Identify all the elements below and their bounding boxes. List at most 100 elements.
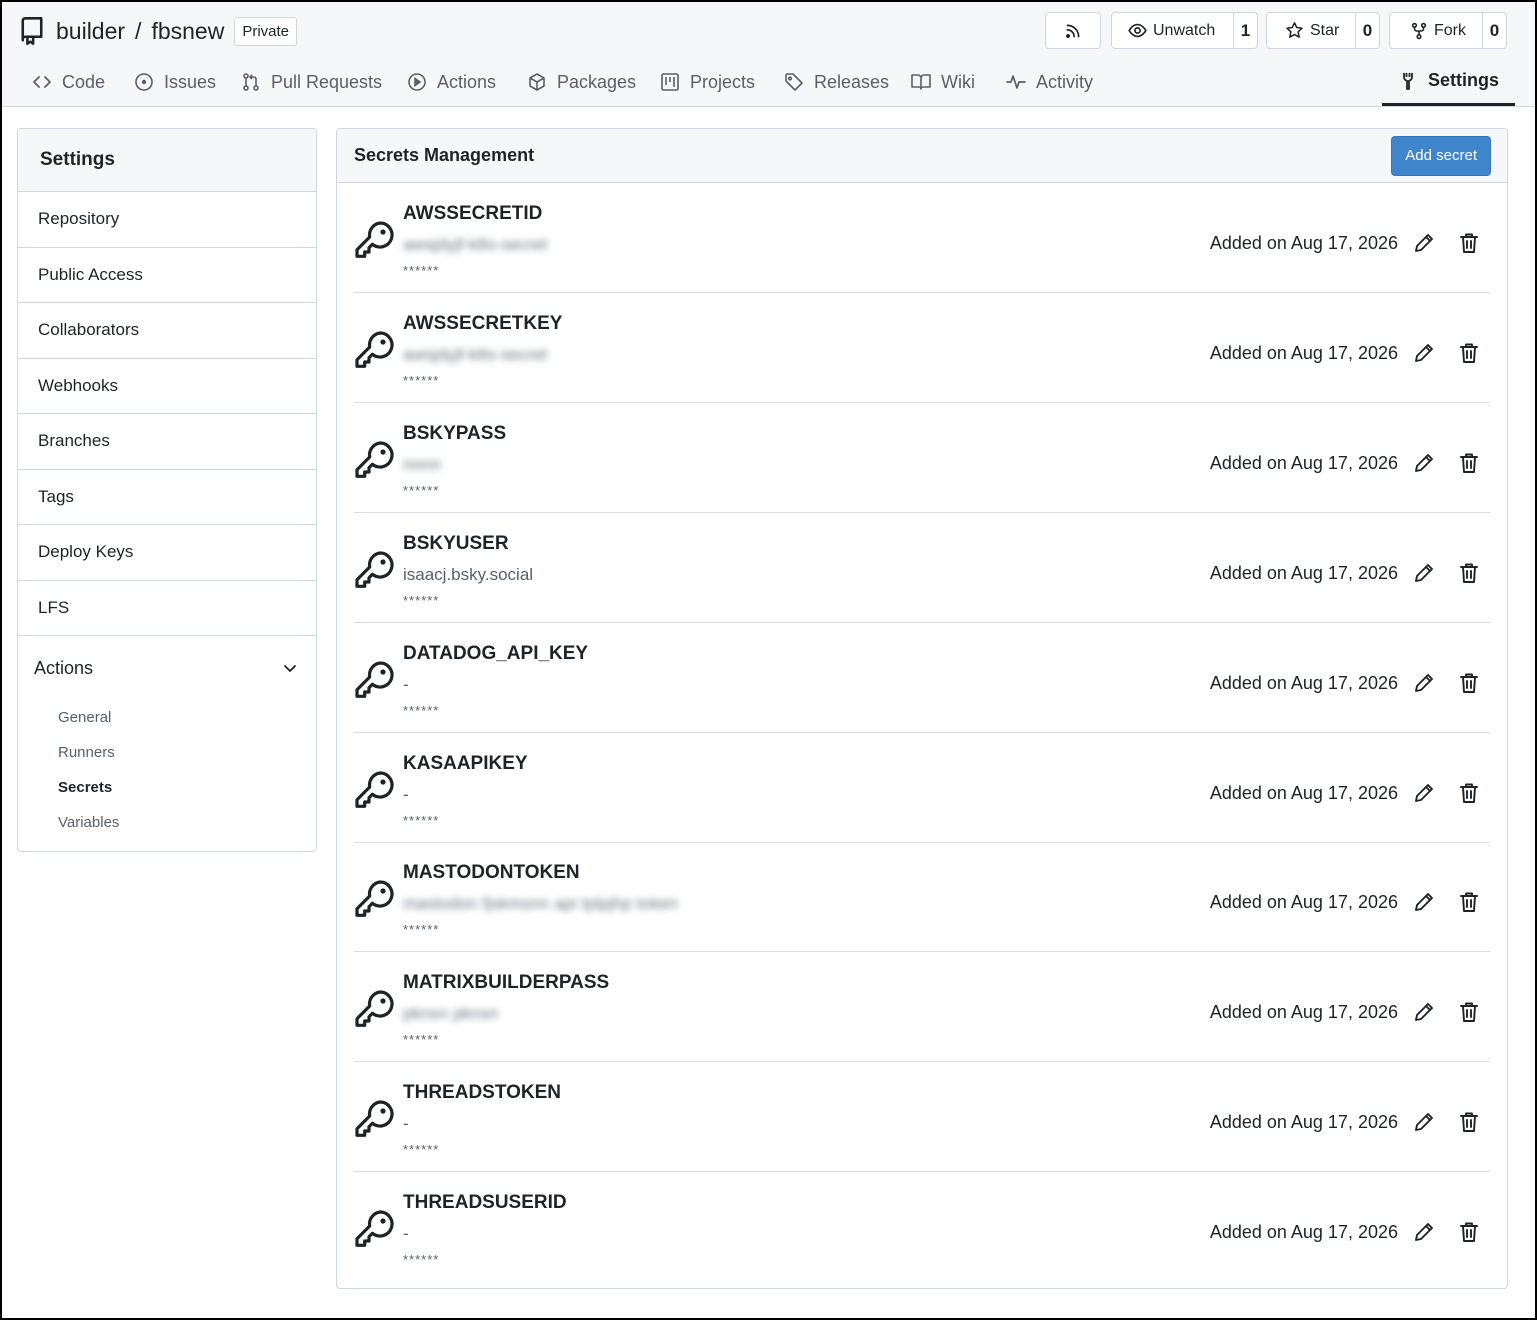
edit-secret-pencil-icon[interactable] [1413, 232, 1435, 254]
secret-name: MASTODONTOKEN [403, 862, 580, 884]
secret-row: AWSSECRETID awsjdyjf-k8s-secret ****** A… [354, 183, 1490, 293]
edit-secret-pencil-icon[interactable] [1413, 1221, 1435, 1243]
tab-code[interactable]: Code [32, 58, 105, 106]
sidebar-item-deploy-keys[interactable]: Deploy Keys [18, 525, 316, 581]
delete-secret-trash-icon[interactable] [1458, 562, 1480, 584]
stars-count[interactable]: 0 [1355, 13, 1379, 48]
sidebar-item-public-access[interactable]: Public Access [18, 248, 316, 303]
secret-added-date: Added on Aug 17, 2026 [1209, 672, 1398, 693]
unwatch-label: Unwatch [1153, 21, 1216, 39]
secret-row: DATADOG_API_KEY - ****** Added on Aug 17… [354, 623, 1490, 733]
unwatch-button[interactable]: Unwatch [1112, 13, 1233, 48]
secret-name: BSKYPASS [403, 422, 507, 444]
edit-secret-pencil-icon[interactable] [1413, 782, 1435, 804]
add-secret-button[interactable]: Add secret [1391, 135, 1491, 176]
sidebar-item-tags[interactable]: Tags [18, 470, 316, 525]
secret-row: THREADSUSERID - ****** Added on Aug 17, … [354, 1172, 1490, 1282]
secret-masked-value: ****** [403, 922, 440, 938]
secret-masked-value: ****** [403, 263, 440, 278]
tab-projects[interactable]: Projects [660, 58, 755, 106]
key-icon [354, 769, 396, 811]
edit-secret-pencil-icon[interactable] [1413, 672, 1435, 694]
secret-added-date: Added on Aug 17, 2026 [1209, 1222, 1398, 1243]
tab-label: Wiki [941, 71, 975, 92]
key-icon [354, 878, 396, 920]
pulse-icon [1006, 72, 1026, 92]
secret-name: KASAAPIKEY [403, 752, 528, 774]
key-icon [354, 1208, 396, 1250]
secret-masked-value: ****** [403, 702, 440, 718]
tab-packages[interactable]: Packages [527, 58, 636, 106]
star-button-group: Star 0 [1266, 12, 1380, 49]
edit-secret-pencil-icon[interactable] [1413, 891, 1435, 913]
repo-owner-link[interactable]: builder [56, 18, 125, 45]
star-button[interactable]: Star [1267, 13, 1355, 48]
secret-masked-value: ****** [403, 1032, 440, 1048]
visibility-badge: Private [234, 16, 297, 46]
edit-secret-pencil-icon[interactable] [1413, 1111, 1435, 1133]
key-icon [354, 1098, 396, 1140]
fork-button[interactable]: Fork [1390, 13, 1482, 48]
tab-label: Issues [164, 71, 217, 92]
secrets-panel: Secrets Management Add secret AWSSECRETI… [336, 128, 1508, 1289]
delete-secret-trash-icon[interactable] [1458, 782, 1480, 804]
secret-description: mastodon fjskmsnn api tplpjhp token [403, 894, 678, 914]
edit-secret-pencil-icon[interactable] [1413, 562, 1435, 584]
secret-row: MATRIXBUILDERPASS pknsn pknsn ****** Add… [354, 952, 1490, 1063]
secret-description: - [403, 1114, 409, 1134]
rss-feed-button[interactable] [1045, 12, 1101, 49]
delete-secret-trash-icon[interactable] [1458, 672, 1480, 694]
edit-secret-pencil-icon[interactable] [1413, 342, 1435, 364]
repo-name-link[interactable]: fbsnew [151, 18, 224, 45]
delete-secret-trash-icon[interactable] [1458, 232, 1480, 254]
watchers-count[interactable]: 1 [1233, 13, 1257, 48]
sidebar-subitem-runners[interactable]: Runners [18, 735, 316, 770]
tab-settings[interactable]: Settings [1382, 58, 1516, 106]
sidebar-subitem-variables[interactable]: Variables [18, 805, 316, 840]
sidebar-item-lfs[interactable]: LFS [18, 581, 316, 636]
package-icon [527, 72, 547, 92]
sidebar-subitem-secrets[interactable]: Secrets [18, 770, 316, 805]
sidebar-group-actions[interactable]: Actions [18, 636, 316, 700]
tab-pull-requests[interactable]: Pull Requests [241, 58, 382, 106]
delete-secret-trash-icon[interactable] [1458, 1111, 1480, 1133]
secret-description: - [403, 784, 409, 804]
tab-label: Packages [557, 71, 637, 92]
delete-secret-trash-icon[interactable] [1458, 1001, 1480, 1023]
secret-row: BSKYUSER isaacj.bsky.social ****** Added… [354, 513, 1490, 623]
secret-row: KASAAPIKEY - ****** Added on Aug 17, 202… [354, 733, 1490, 843]
tab-actions[interactable]: Actions [407, 58, 496, 106]
secret-added-date: Added on Aug 17, 2026 [1209, 233, 1398, 253]
tab-label: Activity [1036, 71, 1094, 92]
delete-secret-trash-icon[interactable] [1458, 891, 1480, 913]
delete-secret-trash-icon[interactable] [1458, 452, 1480, 474]
secret-added-date: Added on Aug 17, 2026 [1209, 892, 1398, 913]
forks-count[interactable]: 0 [1482, 13, 1506, 48]
tab-label: Pull Requests [271, 71, 383, 92]
tab-releases[interactable]: Releases [784, 58, 889, 106]
secret-name: DATADOG_API_KEY [403, 642, 589, 664]
code-icon [32, 72, 52, 92]
key-icon [354, 329, 396, 371]
sidebar-item-repository[interactable]: Repository [18, 192, 316, 248]
repo-title: builder / fbsnew Private [18, 14, 297, 48]
key-icon [354, 988, 396, 1030]
delete-secret-trash-icon[interactable] [1458, 1221, 1480, 1243]
star-label: Star [1310, 21, 1340, 39]
sidebar-item-webhooks[interactable]: Webhooks [18, 359, 316, 414]
delete-secret-trash-icon[interactable] [1458, 342, 1480, 364]
secret-name: BSKYUSER [403, 532, 509, 554]
fork-icon [1410, 22, 1428, 40]
secret-masked-value: ****** [403, 592, 440, 608]
tab-wiki[interactable]: Wiki [911, 58, 975, 106]
sidebar-item-branches[interactable]: Branches [18, 414, 316, 470]
tab-activity[interactable]: Activity [1006, 58, 1093, 106]
edit-secret-pencil-icon[interactable] [1413, 452, 1435, 474]
secret-name: MATRIXBUILDERPASS [403, 972, 610, 994]
sidebar-subitem-general[interactable]: General [18, 700, 316, 735]
secret-name: THREADSUSERID [403, 1192, 567, 1214]
sidebar-item-collaborators[interactable]: Collaborators [18, 303, 316, 359]
edit-secret-pencil-icon[interactable] [1413, 1001, 1435, 1023]
tab-issues[interactable]: Issues [134, 58, 216, 106]
project-icon [660, 72, 680, 92]
